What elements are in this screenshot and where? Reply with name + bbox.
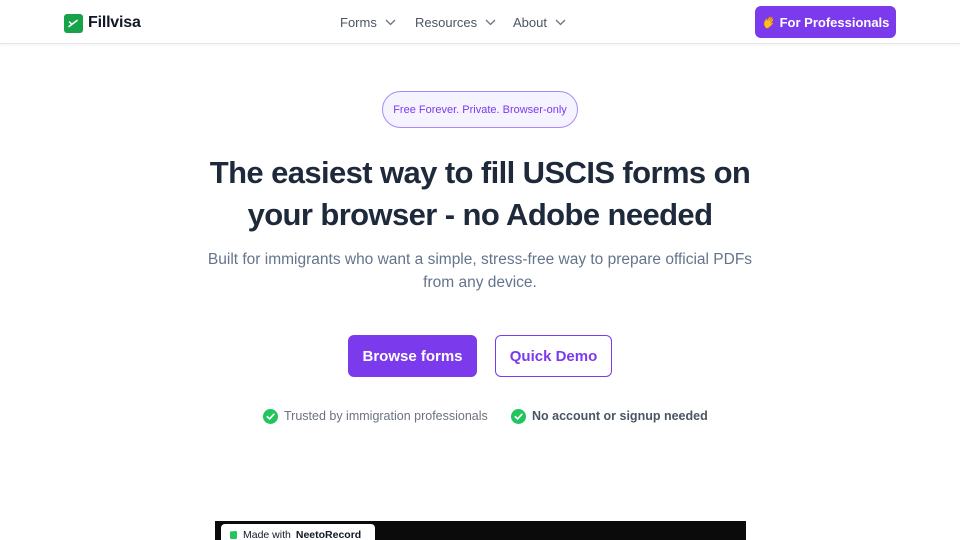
- nav-forms-label: Forms: [340, 14, 377, 30]
- tagline-pill: Free Forever. Private. Browser-only: [382, 91, 578, 128]
- nav-about-label: About: [513, 14, 547, 30]
- chevron-down-icon: [385, 19, 396, 25]
- check-circle-icon: [511, 408, 526, 424]
- waving-hand-icon: [763, 16, 774, 29]
- neetorecord-icon: [230, 531, 237, 539]
- check-circle-icon: [263, 408, 278, 424]
- trust-text-professionals: Trusted by immigration professionals: [284, 409, 488, 423]
- tagline-text: Free Forever. Private. Browser-only: [393, 103, 567, 116]
- hero-headline: The easiest way to fill USCIS forms on y…: [160, 152, 800, 236]
- brand-name: Fillvisa: [88, 14, 141, 31]
- nav-resources-label: Resources: [415, 14, 478, 30]
- nav-about[interactable]: About: [513, 13, 566, 31]
- badge-prefix: Made with: [243, 529, 291, 540]
- subtext-line-2: from any device.: [423, 274, 537, 291]
- trust-text-no-account: No account or signup needed: [532, 409, 708, 423]
- chevron-down-icon: [485, 19, 496, 25]
- nav-forms[interactable]: Forms: [340, 13, 396, 31]
- hero-subtext: Built for immigrants who want a simple, …: [180, 248, 780, 294]
- chevron-down-icon: [555, 19, 566, 25]
- logo-icon: [64, 13, 83, 33]
- subtext-line-1: Built for immigrants who want a simple, …: [207, 251, 753, 268]
- headline-line-2: your browser - no Adobe needed: [247, 197, 713, 232]
- for-professionals-button[interactable]: For Professionals: [755, 6, 896, 38]
- made-with-badge[interactable]: Made with NeetoRecord: [221, 524, 375, 540]
- badge-brand: NeetoRecord: [295, 529, 362, 540]
- logo[interactable]: Fillvisa: [64, 12, 141, 34]
- site-header: Fillvisa Forms Resources About For Profe…: [0, 0, 960, 44]
- quick-demo-button[interactable]: Quick Demo: [495, 335, 612, 377]
- demo-video-player[interactable]: Made with NeetoRecord: [215, 521, 746, 540]
- headline-line-1: The easiest way to fill USCIS forms on: [209, 155, 751, 190]
- for-professionals-label: For Professionals: [779, 14, 890, 30]
- nav-resources[interactable]: Resources: [415, 13, 496, 31]
- trust-item-no-account: No account or signup needed: [511, 407, 708, 425]
- browse-forms-button[interactable]: Browse forms: [348, 335, 477, 377]
- page: Fillvisa Forms Resources About For Profe…: [0, 0, 960, 540]
- trust-item-professionals: Trusted by immigration professionals: [263, 407, 488, 425]
